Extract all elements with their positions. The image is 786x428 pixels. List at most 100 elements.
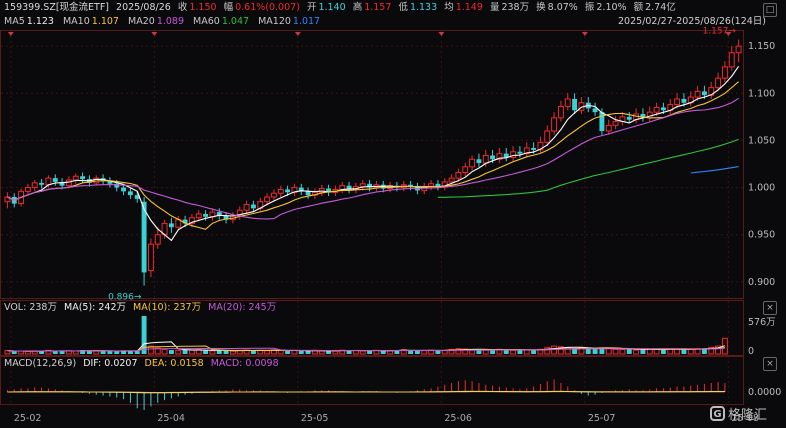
volume-bar — [285, 350, 291, 354]
candle-body — [728, 52, 735, 68]
candle-body — [24, 187, 31, 192]
candle-body — [551, 117, 558, 132]
turnover-value: 8.07% — [547, 2, 578, 13]
candle-body — [359, 183, 366, 188]
volume-bar — [93, 350, 100, 355]
volume-bar — [380, 350, 386, 354]
price-tick-label: 1.050 — [748, 135, 775, 146]
price-tick-label: 0.950 — [748, 230, 775, 241]
change-value: 0.61%(0.007) — [235, 2, 300, 13]
x-tick-label: 25-02 — [14, 413, 42, 424]
price-tick-label: 1.100 — [748, 88, 775, 99]
candle-body — [250, 204, 256, 209]
avg-label: 均 — [444, 2, 454, 13]
volume-bar — [107, 351, 113, 354]
volume-bar — [359, 350, 366, 355]
ma20-label: MA20 — [128, 16, 155, 27]
candle-body — [277, 188, 284, 194]
volume-bar — [414, 350, 420, 354]
maximize-icon[interactable]: □ — [763, 3, 777, 17]
volume-title: VOL: 238万 — [4, 302, 57, 313]
volume-ma20: MA(20): 245万 — [208, 302, 277, 313]
ma60-label: MA60 — [193, 16, 220, 27]
volume-bar — [523, 349, 530, 355]
volume-bar — [52, 351, 58, 354]
high-label: 高 — [352, 2, 363, 13]
quote-info-bar: 159399.SZ[现金流ETF] 2025/08/26 收 1.150 幅 0.6… — [4, 2, 680, 14]
candle-body — [605, 124, 612, 132]
date-range-label: 2025/02/27-2025/08/26(124日) — [618, 16, 766, 27]
volume-axis-top-label: 576万 — [748, 317, 776, 328]
volume-bar — [640, 349, 646, 354]
volume-bar — [510, 349, 517, 355]
candle-body — [305, 191, 311, 196]
candle-body — [721, 66, 728, 79]
candle-body — [154, 234, 161, 245]
ma-legend-bar: MA5 1.123 MA10 1.107 MA20 1.089 MA60 1.047 M… — [4, 16, 324, 28]
open-value: 1.140 — [318, 2, 346, 13]
volume-bar — [11, 351, 17, 354]
volume-bar — [482, 349, 489, 355]
volume-bar — [408, 350, 414, 354]
amount-value: 2.74亿 — [645, 2, 676, 13]
macd-dif: DIF: 0.0207 — [83, 358, 138, 369]
volume-axis-zero-label: 0 — [748, 346, 754, 357]
candle-body — [592, 108, 598, 113]
volume-bar — [421, 350, 428, 355]
volume-bar — [367, 350, 373, 354]
price-tick-label: 1.150 — [748, 41, 775, 52]
candle-body — [564, 98, 571, 107]
candle-body — [462, 166, 469, 173]
candle-body — [517, 151, 523, 154]
candle-body — [39, 182, 45, 185]
ma10-label: MA10 — [62, 16, 90, 27]
candle-body — [653, 106, 660, 113]
close-icon[interactable]: × — [763, 357, 777, 371]
volume-bar — [59, 351, 65, 354]
period-marker-icon — [581, 32, 588, 36]
candle-body — [572, 98, 578, 111]
candle-body — [52, 178, 58, 182]
candle-body — [735, 45, 742, 54]
price-tick-label: 0.900 — [748, 277, 775, 288]
candle-body — [448, 177, 455, 183]
volume-bar — [531, 350, 537, 354]
candle-body — [694, 90, 701, 98]
volume-bar — [626, 349, 632, 354]
avg-value: 1.149 — [455, 2, 483, 13]
price-tick-label: 1.000 — [748, 183, 775, 194]
volume-bar — [229, 350, 236, 355]
period-marker-icon — [438, 32, 445, 36]
amplitude-label: 振 — [584, 2, 595, 13]
volume-bar — [216, 350, 222, 354]
macd-dea: DEA: 0.0158 — [144, 358, 204, 369]
gelonghui-logo: G 格隆汇 — [710, 404, 767, 423]
logo-mark-icon: G — [710, 406, 725, 421]
candle-body — [455, 171, 462, 179]
change-label: 幅 — [223, 2, 234, 13]
volume-bar — [18, 350, 25, 355]
volume-bar — [223, 350, 229, 354]
amplitude-value: 2.10% — [596, 2, 627, 13]
candle-body — [195, 213, 202, 219]
volume-bar — [318, 350, 325, 355]
volume-bar — [612, 348, 619, 355]
macd-axis-zero-label: 0.0000 — [748, 387, 781, 398]
price-panel-frame — [0, 30, 744, 299]
volume-label: 量 — [489, 2, 500, 13]
volume-bar — [544, 347, 551, 355]
volume-bar — [24, 350, 31, 355]
candle-body — [45, 177, 52, 186]
volume-value: 238万 — [501, 2, 530, 13]
macd-dea-line — [7, 391, 725, 393]
volume-bar — [291, 350, 298, 355]
volume-bar — [203, 350, 209, 354]
quote-date: 2025/08/26 — [116, 2, 171, 13]
ma5-line — [7, 65, 740, 242]
candle-body — [701, 91, 707, 96]
candle-body — [681, 98, 687, 103]
period-marker-icon — [7, 32, 14, 36]
volume-bar — [264, 350, 271, 355]
candle-body — [557, 105, 564, 119]
close-icon[interactable]: × — [763, 301, 777, 315]
